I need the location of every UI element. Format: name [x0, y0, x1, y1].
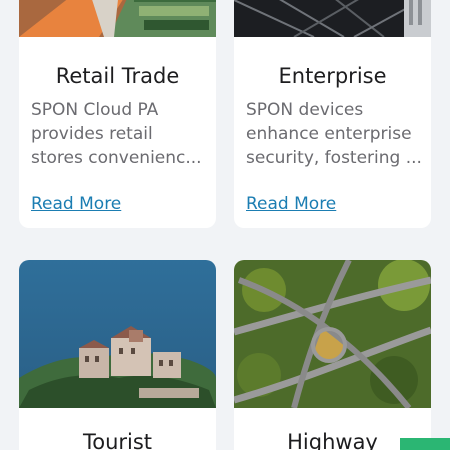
card-title: Tourist: [82, 430, 153, 450]
description-line: stores convenienc...: [31, 148, 202, 168]
enterprise-building-image: [234, 0, 431, 37]
card-description: SPON Cloud PA provides retail stores con…: [31, 98, 211, 170]
description-line: SPON devices: [246, 100, 364, 120]
card-title: Retail Trade: [55, 64, 180, 88]
description-line: provides retail: [31, 124, 153, 144]
card-description: SPON devices enhance enterprise security…: [246, 98, 426, 170]
tourist-resort-image: [19, 260, 216, 408]
retail-store-image: [19, 0, 216, 37]
read-more-link[interactable]: Read More: [31, 194, 121, 214]
description-line: SPON Cloud PA: [31, 100, 159, 120]
description-line: enhance enterprise: [246, 124, 412, 144]
retail-trade-card[interactable]: Retail Trade SPON Cloud PA provides reta…: [19, 0, 216, 228]
tourist-card[interactable]: Tourist: [19, 260, 216, 450]
description-line: security, fostering ...: [246, 148, 422, 168]
highway-card[interactable]: Highway: [234, 260, 431, 450]
card-title: Enterprise: [278, 64, 387, 88]
read-more-link[interactable]: Read More: [246, 194, 336, 214]
highway-interchange-image: [234, 260, 431, 408]
enterprise-card[interactable]: Enterprise SPON devices enhance enterpri…: [234, 0, 431, 228]
floating-action-button[interactable]: [400, 438, 450, 450]
